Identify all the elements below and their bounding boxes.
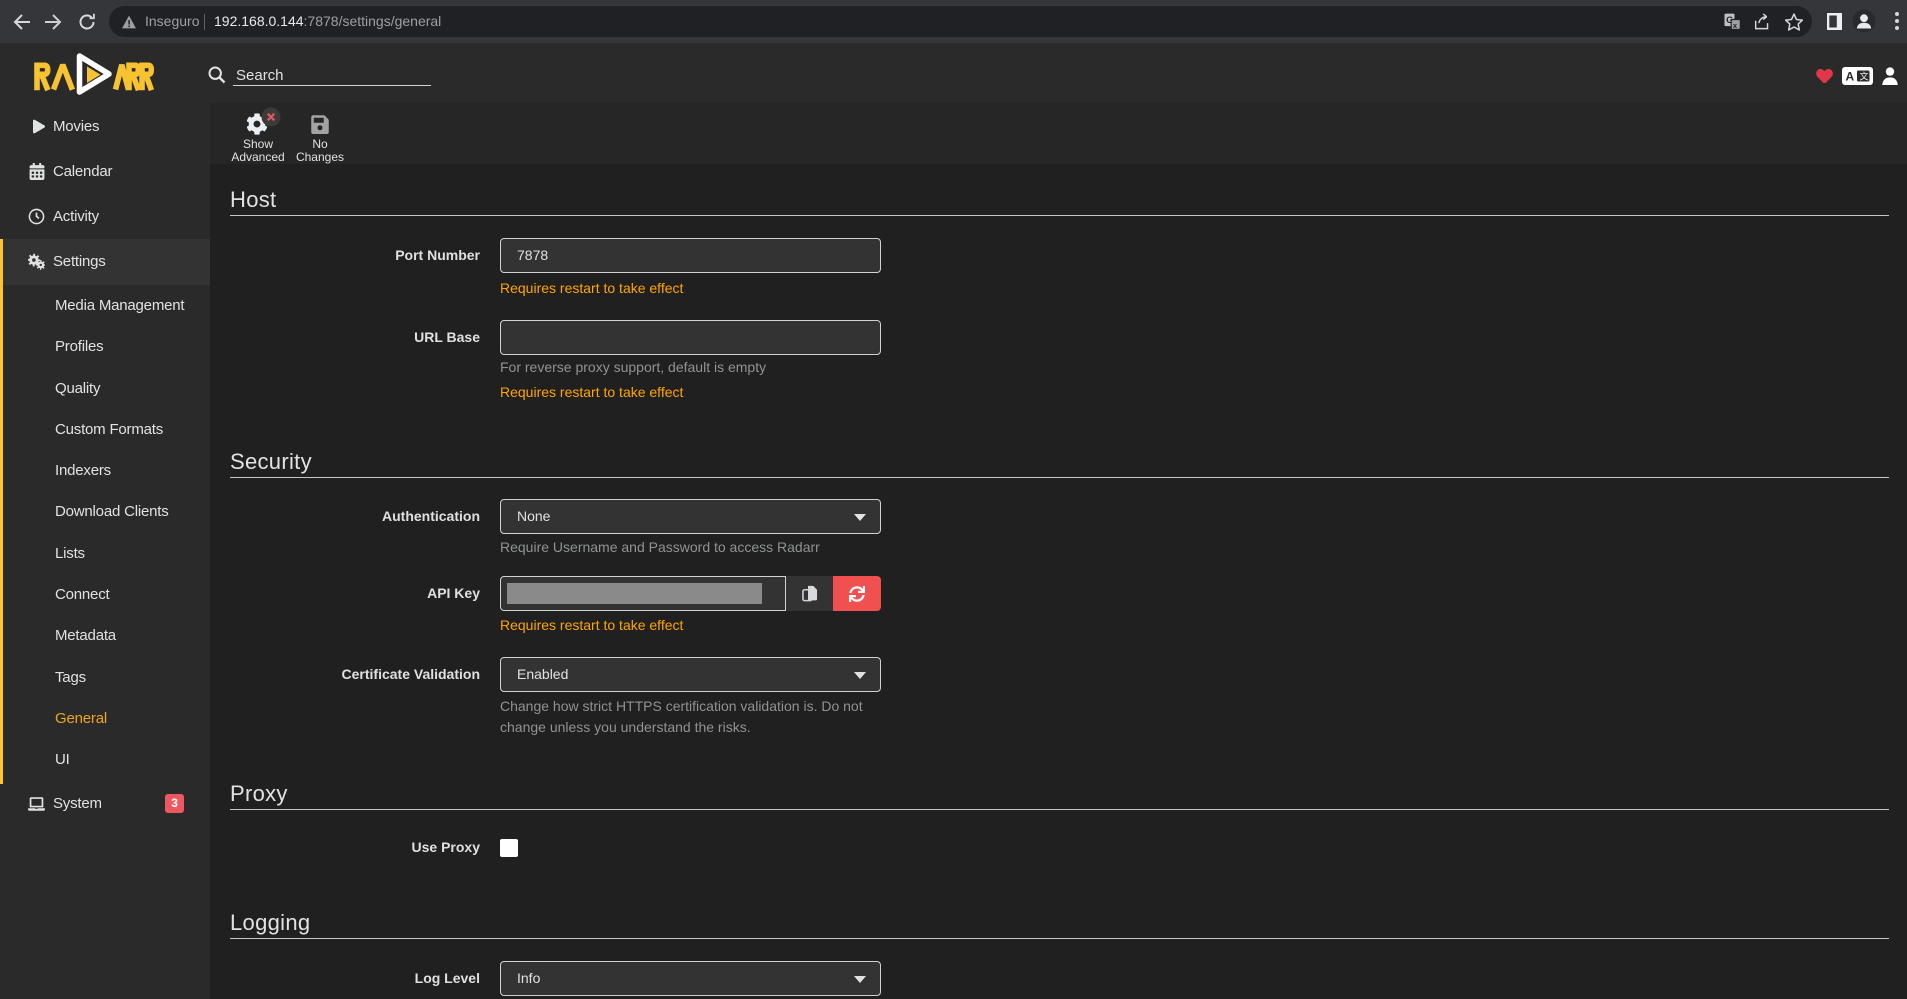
- svg-text:文: 文: [1860, 71, 1869, 82]
- svg-text:A: A: [1846, 70, 1855, 84]
